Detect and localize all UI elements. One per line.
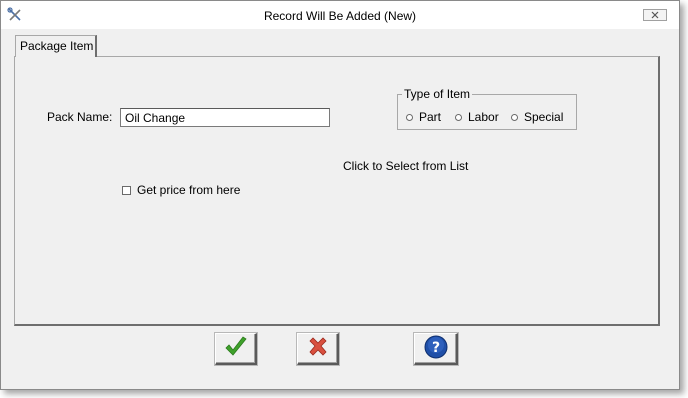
radio-special[interactable]: Special xyxy=(511,110,563,124)
radio-button-icon xyxy=(511,113,518,121)
checkmark-icon xyxy=(224,336,248,361)
type-of-item-group: Type of Item Part Labor Special xyxy=(397,87,577,130)
get-price-label: Get price from here xyxy=(137,183,241,197)
checkbox-icon xyxy=(122,185,131,195)
pack-name-input[interactable] xyxy=(120,108,330,127)
tab-package-item[interactable]: Package Item xyxy=(15,35,97,57)
radio-button-icon xyxy=(406,113,413,121)
select-from-list-link[interactable]: Click to Select from List xyxy=(343,159,468,173)
window-title: Record Will Be Added (New) xyxy=(263,9,417,23)
svg-text:?: ? xyxy=(431,340,439,356)
radio-special-label: Special xyxy=(524,110,564,124)
close-button[interactable] xyxy=(643,9,667,21)
cancel-button[interactable] xyxy=(297,333,339,365)
pack-name-label: Pack Name: xyxy=(47,110,113,124)
radio-labor-label: Labor xyxy=(468,110,499,124)
radio-part-label: Part xyxy=(419,110,442,124)
x-icon xyxy=(307,336,329,361)
dialog-window: Record Will Be Added (New) Package Item … xyxy=(0,0,680,390)
close-icon xyxy=(650,8,660,22)
help-icon: ? xyxy=(424,335,448,362)
radio-button-icon xyxy=(455,113,462,121)
type-of-item-legend: Type of Item xyxy=(402,87,473,101)
title-bar: Record Will Be Added (New) xyxy=(1,1,679,29)
get-price-checkbox[interactable]: Get price from here xyxy=(122,183,240,197)
radio-part[interactable]: Part xyxy=(406,110,441,124)
help-button[interactable]: ? xyxy=(414,333,458,365)
radio-labor[interactable]: Labor xyxy=(455,110,499,124)
ok-button[interactable] xyxy=(215,333,257,365)
